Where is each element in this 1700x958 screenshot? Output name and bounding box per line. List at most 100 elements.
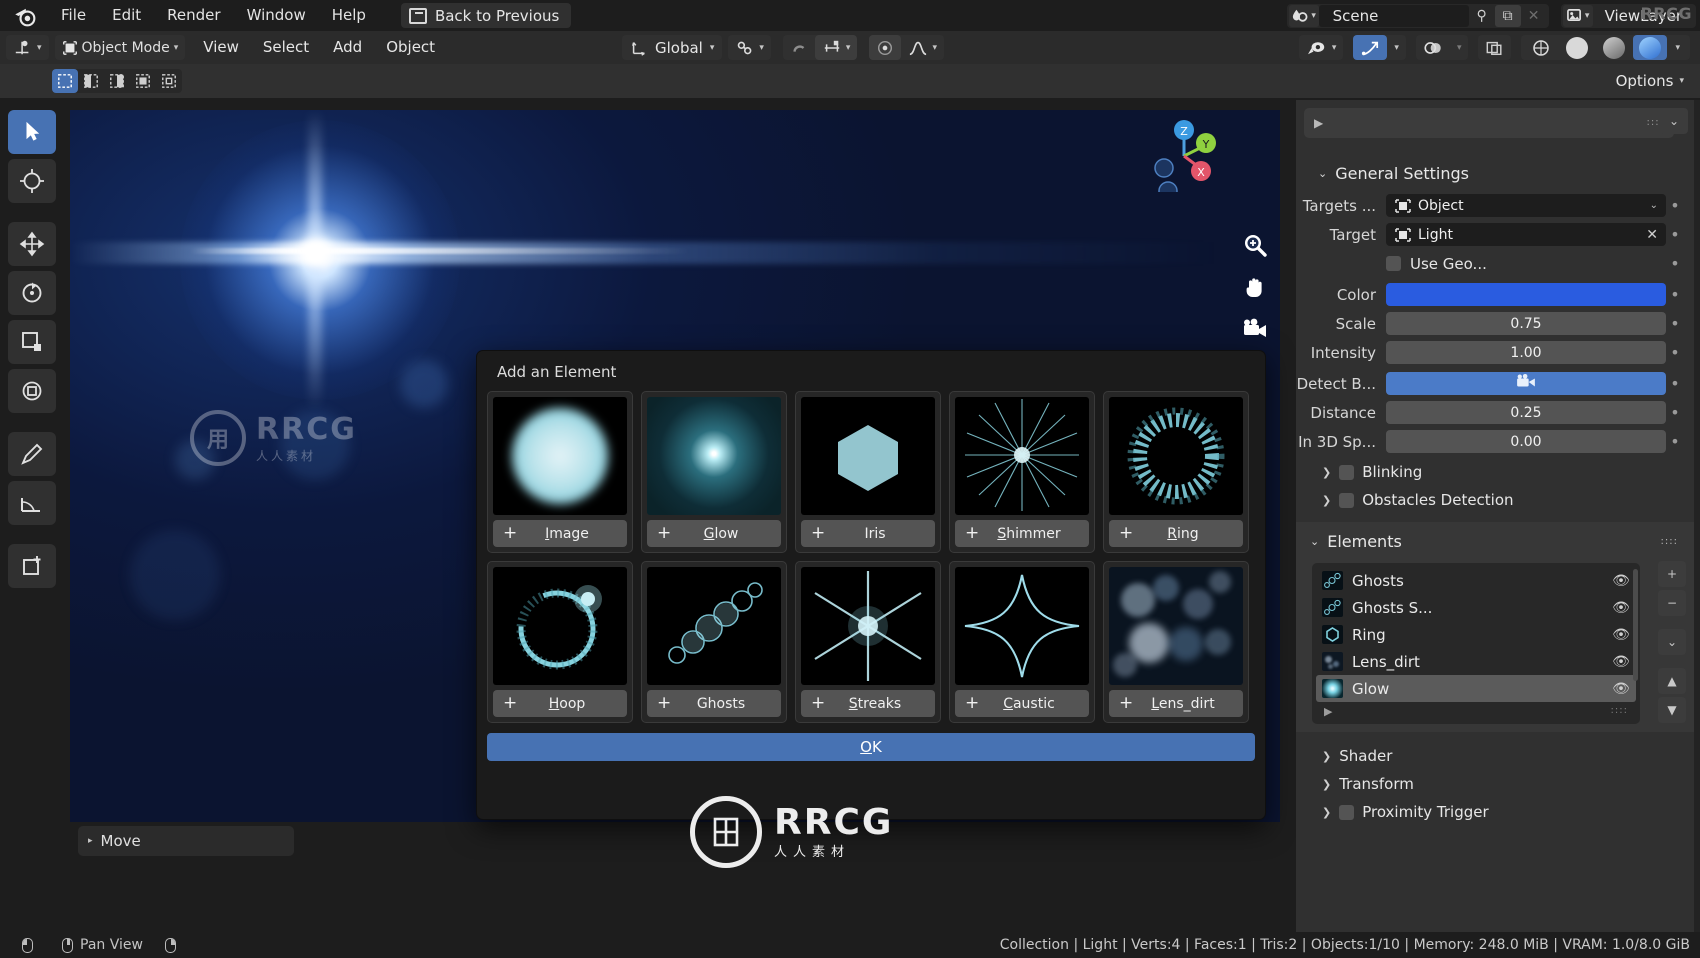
move-tool[interactable] — [8, 222, 56, 266]
shading-rendered-button[interactable] — [1633, 35, 1668, 60]
select-mode-subtract[interactable] — [104, 69, 130, 93]
panel-proximity-trigger[interactable]: ❯ Proximity Trigger — [1296, 798, 1694, 826]
add-ring-button[interactable]: + Ring — [1109, 520, 1243, 547]
animate-dot[interactable]: • — [1666, 255, 1684, 272]
menu-file[interactable]: File — [48, 0, 99, 31]
close-icon[interactable]: ✕ — [1521, 5, 1547, 27]
header-menu-object[interactable]: Object — [374, 31, 447, 64]
select-mode-extend[interactable] — [78, 69, 104, 93]
proximity-trigger-checkbox[interactable] — [1339, 804, 1355, 820]
elements-list-footer[interactable]: ▶ :::: — [1316, 702, 1636, 720]
object-mode-button[interactable]: Object Mode ▾ — [55, 35, 186, 60]
in-3d-space-number-field[interactable]: 0.00 — [1386, 430, 1666, 453]
editor-type-selector[interactable]: ▾ — [6, 35, 49, 60]
add-caustic-button[interactable]: + Caustic — [955, 690, 1089, 717]
animate-dot[interactable]: • — [1666, 197, 1684, 214]
shading-wireframe-button[interactable] — [1524, 35, 1558, 60]
duplicate-icon[interactable]: ⧉ — [1494, 4, 1521, 27]
animate-dot[interactable]: • — [1666, 404, 1684, 421]
snap-magnet-button[interactable] — [783, 35, 815, 60]
dialog-ok-button[interactable]: OK — [487, 733, 1255, 761]
menu-window[interactable]: Window — [234, 0, 319, 31]
animate-dot[interactable]: • — [1666, 286, 1684, 303]
select-mode-intersect[interactable] — [156, 69, 182, 93]
gizmo-toggle-button[interactable] — [1353, 35, 1388, 60]
scene-selector[interactable]: ▾ Scene ⚲ ⧉ ✕ — [1286, 3, 1549, 28]
move-up-button[interactable]: ▲ — [1658, 668, 1686, 694]
pin-icon[interactable]: ⚲ — [1469, 5, 1495, 27]
elements-list[interactable]: Ghosts 👁 Ghosts S... 👁 Ring 👁 Lens_dirt … — [1312, 563, 1640, 724]
add-hoop-button[interactable]: + Hoop — [493, 690, 627, 717]
add-shimmer-button[interactable]: + Shimmer — [955, 520, 1089, 547]
distance-number-field[interactable]: 0.25 — [1386, 401, 1666, 424]
menu-render[interactable]: Render — [154, 0, 233, 31]
select-mode-invert[interactable] — [130, 69, 156, 93]
viewlayer-icon[interactable]: ▾ — [1562, 4, 1593, 27]
scene-name[interactable]: Scene — [1318, 4, 1469, 27]
properties-top-menu-button[interactable]: ⌄ — [1660, 108, 1688, 134]
scene-icon[interactable]: ▾ — [1288, 4, 1319, 27]
operator-panel[interactable]: ▸ Move — [78, 826, 294, 856]
cursor-tool[interactable] — [8, 159, 56, 203]
animate-dot[interactable]: • — [1666, 226, 1684, 243]
chevron-down-icon[interactable]: ▾ — [710, 43, 715, 53]
add-image-button[interactable]: + Image — [493, 520, 627, 547]
animate-dot[interactable]: • — [1666, 433, 1684, 450]
visibility-eye-icon[interactable]: 👁 — [1612, 681, 1630, 697]
transform-tool[interactable] — [8, 369, 56, 413]
obstacles-detection-checkbox[interactable] — [1339, 492, 1355, 508]
visibility-eye-icon[interactable]: 👁 — [1612, 654, 1630, 670]
measure-tool[interactable] — [8, 481, 56, 525]
add-streaks-button[interactable]: + Streaks — [801, 690, 935, 717]
element-row-glow[interactable]: Glow 👁 — [1316, 675, 1636, 702]
visibility-eye-icon[interactable]: 👁 — [1612, 573, 1630, 589]
subpanel-obstacles-detection[interactable]: ❯ Obstacles Detection — [1296, 486, 1694, 514]
use-geometry-checkbox[interactable] — [1386, 256, 1401, 271]
element-card-lens-dirt[interactable]: + Lens_dirt — [1103, 561, 1249, 723]
options-button[interactable]: Options ▾ — [1609, 70, 1690, 92]
menu-help[interactable]: Help — [319, 0, 379, 31]
animate-dot[interactable]: • — [1666, 375, 1684, 392]
subpanel-blinking[interactable]: ❯ Blinking — [1296, 458, 1694, 486]
shading-material-button[interactable] — [1596, 35, 1632, 60]
header-menu-select[interactable]: Select — [251, 31, 321, 64]
navigation-gizmo[interactable]: Z Y X — [1148, 120, 1220, 192]
transform-orientation-selector[interactable]: Global ▾ — [622, 35, 723, 60]
add-iris-button[interactable]: + Iris — [801, 520, 935, 547]
elements-list-scrollbar[interactable] — [1633, 569, 1638, 681]
tweak-select-tool[interactable] — [8, 110, 56, 154]
element-row-lens-dirt[interactable]: Lens_dirt 👁 — [1316, 648, 1636, 675]
pivot-point-button[interactable]: ▾ — [728, 35, 771, 60]
detect-behind-toggle[interactable] — [1386, 372, 1666, 395]
properties-top-collapsed-row[interactable]: ▶ :::: — [1304, 108, 1674, 138]
object-mode-selector[interactable]: Object Mode ▾ — [54, 35, 186, 60]
element-card-ghosts[interactable]: + Ghosts — [641, 561, 787, 723]
add-element-dialog[interactable]: Add an Element + Image + Glow + Iris + S… — [476, 350, 1266, 820]
header-menu-add[interactable]: Add — [321, 31, 374, 64]
elements-header[interactable]: ⌄ Elements :::: — [1296, 526, 1694, 557]
target-object-picker[interactable]: Light ✕ — [1386, 223, 1666, 246]
play-icon[interactable]: ▶ — [1314, 116, 1323, 130]
back-to-previous-button[interactable]: Back to Previous — [400, 3, 572, 28]
element-card-glow[interactable]: + Glow — [641, 391, 787, 553]
annotate-tool[interactable] — [8, 432, 56, 476]
drag-handle-icon[interactable]: :::: — [1611, 706, 1628, 716]
remove-element-button[interactable]: − — [1658, 590, 1686, 616]
element-card-streaks[interactable]: + Streaks — [795, 561, 941, 723]
animate-dot[interactable]: • — [1666, 344, 1684, 361]
element-card-shimmer[interactable]: + Shimmer — [949, 391, 1095, 553]
visibility-eye-icon[interactable]: 👁 — [1612, 600, 1630, 616]
targets-object-picker[interactable]: Object ⌄ — [1386, 194, 1666, 217]
add-ghosts-button[interactable]: + Ghosts — [647, 690, 781, 717]
add-element-button[interactable]: + — [1658, 561, 1686, 587]
falloff-curve-button[interactable]: ▾ — [901, 35, 944, 60]
element-card-image[interactable]: + Image — [487, 391, 633, 553]
element-card-caustic[interactable]: + Caustic — [949, 561, 1095, 723]
panel-transform[interactable]: ❯ Transform — [1296, 770, 1694, 798]
show-gizmo-button[interactable]: ▾ — [1299, 35, 1344, 60]
pan-hand-icon[interactable] — [1240, 272, 1270, 302]
overlays-dropdown[interactable]: ▾ — [1450, 35, 1469, 60]
drag-handle-icon[interactable]: :::: — [1661, 536, 1678, 546]
visibility-eye-icon[interactable]: 👁 — [1612, 627, 1630, 643]
snap-increment-button[interactable]: ▾ — [814, 35, 858, 60]
